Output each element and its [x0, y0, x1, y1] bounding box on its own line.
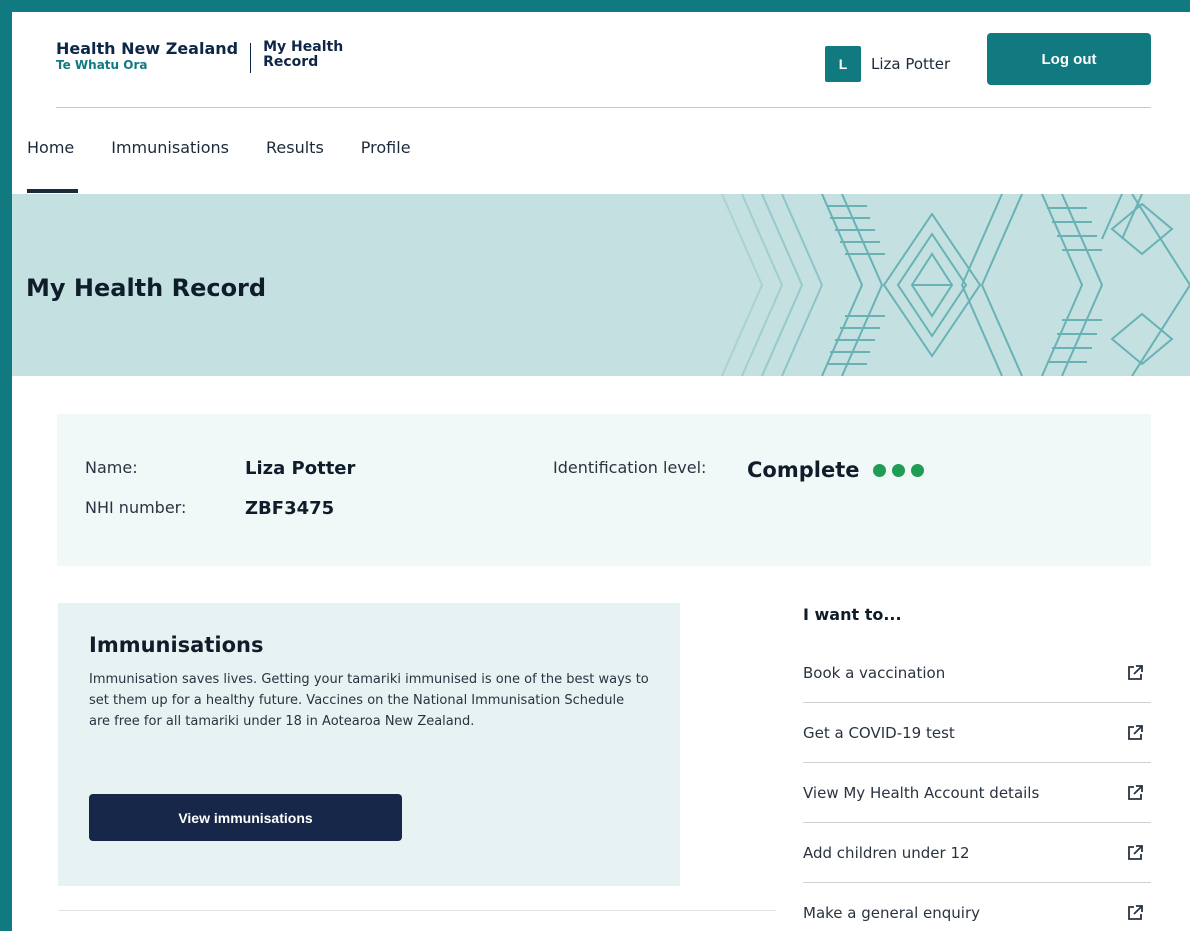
name-value: Liza Potter	[245, 458, 356, 479]
brand-divider	[250, 43, 252, 73]
app-name-line1: My Health	[263, 39, 344, 55]
nav-active-indicator	[27, 189, 78, 193]
page-banner: My Health Record	[12, 194, 1190, 376]
link-add-children[interactable]: Add children under 12	[803, 823, 1151, 883]
page-title: My Health Record	[26, 274, 267, 302]
avatar: L	[825, 46, 861, 82]
app-name: My Health Record	[263, 40, 343, 70]
immunisations-card: Immunisations Immunisation saves lives. …	[58, 603, 680, 886]
id-level-dot	[873, 464, 887, 477]
link-label: View My Health Account details	[803, 783, 1040, 802]
brand-main: Health New Zealand	[56, 39, 239, 58]
view-immunisations-button[interactable]: View immunisations	[89, 794, 402, 841]
immunisations-description: Immunisation saves lives. Getting your t…	[89, 672, 649, 729]
brand-sub: Te Whatu Ora	[56, 58, 148, 72]
main-nav: Home Immunisations Results Profile	[12, 138, 433, 157]
brand-logo[interactable]: Health New Zealand Te Whatu Ora My Healt…	[56, 40, 343, 73]
link-label: Add children under 12	[803, 843, 970, 862]
nhi-value: ZBF3475	[245, 498, 335, 519]
nhi-label: NHI number:	[85, 498, 187, 517]
name-label: Name:	[85, 458, 138, 477]
page: Health New Zealand Te Whatu Ora My Healt…	[12, 12, 1190, 931]
external-link-icon	[1128, 904, 1143, 920]
id-level-dot	[911, 464, 925, 477]
nav-immunisations[interactable]: Immunisations	[111, 138, 229, 157]
external-link-icon	[1128, 784, 1143, 800]
id-level-dot	[892, 464, 906, 477]
link-general-enquiry[interactable]: Make a general enquiry	[803, 883, 1151, 931]
id-level-label: Identification level:	[553, 458, 707, 477]
link-book-vaccination[interactable]: Book a vaccination	[803, 643, 1151, 703]
id-level-dots	[867, 458, 925, 482]
banner-pattern	[721, 194, 1190, 376]
immunisations-title: Immunisations	[89, 633, 264, 657]
section-divider	[58, 910, 776, 911]
link-covid-test[interactable]: Get a COVID-19 test	[803, 703, 1151, 763]
identity-card: Name: Liza Potter NHI number: ZBF3475 Id…	[57, 414, 1151, 566]
link-label: Make a general enquiry	[803, 903, 980, 922]
i-want-to-panel: I want to... Book a vaccination Get a CO…	[803, 603, 1151, 931]
app-name-line2: Record	[263, 54, 319, 70]
user-name: Liza Potter	[871, 55, 951, 73]
external-link-icon	[1128, 724, 1143, 740]
brand-text: Health New Zealand Te Whatu Ora	[56, 39, 239, 73]
nav-home[interactable]: Home	[27, 138, 74, 157]
header-divider	[56, 107, 1151, 108]
id-level: Complete	[747, 458, 925, 482]
id-level-value: Complete	[747, 458, 860, 482]
link-account-details[interactable]: View My Health Account details	[803, 763, 1151, 823]
link-label: Get a COVID-19 test	[803, 723, 955, 742]
external-link-icon	[1128, 844, 1143, 860]
link-label: Book a vaccination	[803, 663, 946, 682]
external-link-icon	[1128, 664, 1143, 680]
nav-results[interactable]: Results	[266, 138, 324, 157]
user-menu[interactable]: L Liza Potter	[825, 46, 950, 82]
logout-button[interactable]: Log out	[987, 33, 1151, 85]
i-want-to-title: I want to...	[803, 605, 902, 624]
nav-profile[interactable]: Profile	[361, 138, 411, 157]
